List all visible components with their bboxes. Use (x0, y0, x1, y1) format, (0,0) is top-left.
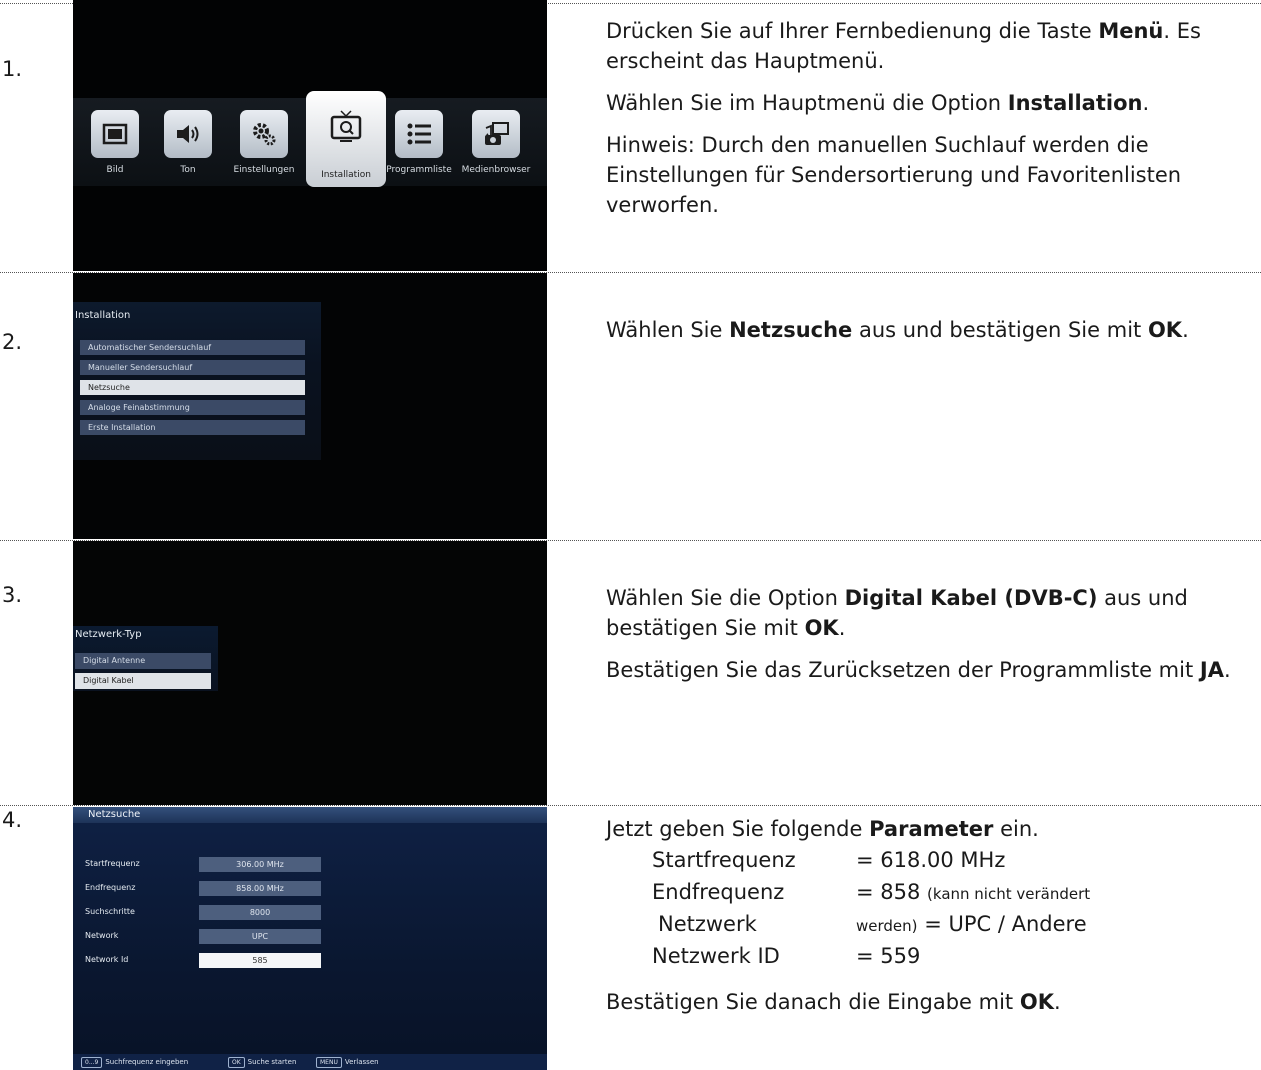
menu-label-selected: Installation (321, 170, 371, 180)
panel-title: Installation (75, 310, 131, 321)
menu-item-programmliste[interactable] (395, 110, 443, 158)
menu-option[interactable]: Analoge Feinabstimmung (80, 400, 305, 415)
field-label: Network (85, 931, 119, 940)
field-label: Network Id (85, 955, 129, 964)
step2-description: Wählen Sie Netzsuche aus und bestätigen … (606, 315, 1261, 357)
menu-option-selected[interactable]: Netzsuche (80, 380, 305, 395)
picture-icon (102, 123, 128, 145)
param-label: Startfrequenz (652, 848, 796, 872)
step-number: 4. (2, 808, 23, 832)
installation-panel: Installation Automatischer Sendersuchlau… (73, 302, 321, 460)
instruction-text: Bestätigen Sie das Zurücksetzen der Prog… (606, 658, 1231, 682)
network-id-field[interactable]: 585 (199, 953, 321, 968)
footer-hint: 0...9 Suchfrequenz eingeben (81, 1054, 188, 1070)
footer-label: Suche starten (247, 1058, 297, 1066)
remote-key: MENU (316, 1056, 342, 1068)
menu-label: Bild (106, 165, 124, 175)
param-value: = 618.00 MHz (856, 848, 1006, 872)
menu-item-einstellungen[interactable] (240, 110, 288, 158)
step4-outro: Bestätigen Sie danach die Eingabe mit OK… (606, 987, 1261, 1029)
hint-text: Hinweis: Durch den manuellen Suchlauf we… (606, 133, 1182, 217)
param-value: werden) = UPC / Andere (856, 912, 1087, 936)
step-number: 2. (2, 330, 23, 354)
instruction-text: Bestätigen Sie danach die Eingabe mit OK… (606, 990, 1061, 1014)
menu-item-bild[interactable] (91, 110, 139, 158)
menu-option[interactable]: Manueller Sendersuchlauf (80, 360, 305, 375)
param-value: = 559 (856, 944, 921, 968)
param-note: werden) (856, 917, 918, 935)
menu-option-selected[interactable]: Digital Kabel (75, 673, 211, 689)
remote-key: OK (228, 1056, 245, 1068)
param-label: Netzwerk ID (652, 944, 780, 968)
panel-title: Netzwerk-Typ (75, 629, 142, 640)
gears-icon (253, 123, 276, 146)
field-label: Suchschritte (85, 907, 135, 916)
param-label: Endfrequenz (652, 880, 785, 904)
param-label: Netzwerk (658, 912, 757, 936)
field-label: Startfrequenz (85, 859, 140, 868)
tv-screenshot-network-search: Netzsuche Startfrequenz 306.00 MHz Endfr… (73, 807, 547, 1070)
step-number: 1. (2, 57, 23, 81)
menu-label: Medienbrowser (461, 165, 531, 175)
list-icon (407, 123, 431, 145)
menu-label: Programmliste (386, 165, 452, 175)
instruction-text: Jetzt geben Sie folgende Parameter ein. (606, 817, 1039, 841)
instruction-text: Wählen Sie im Hauptmenü die Option Insta… (606, 91, 1150, 115)
instruction-text: Drücken Sie auf Ihrer Fernbedienung die … (606, 19, 1201, 73)
menu-label: Ton (180, 165, 196, 175)
step1-description: Drücken Sie auf Ihrer Fernbedienung die … (606, 16, 1261, 232)
separator (0, 805, 1261, 806)
remote-key: 0...9 (81, 1056, 103, 1068)
tv-screenshot-network-type: Netzwerk-Typ Digital Antenne Digital Kab… (73, 541, 547, 805)
step3-description: Wählen Sie die Option Digital Kabel (DVB… (606, 583, 1261, 697)
step-number: 3. (2, 583, 23, 607)
menu-option[interactable]: Erste Installation (80, 420, 305, 435)
instruction-text: Wählen Sie Netzsuche aus und bestätigen … (606, 318, 1189, 342)
field-label: Endfrequenz (85, 883, 136, 892)
tv-search-icon (330, 110, 362, 142)
menu-option[interactable]: Digital Antenne (75, 653, 211, 669)
param-value: = 858 (kann nicht verändert (856, 880, 1091, 904)
menu-option[interactable]: Automatischer Sendersuchlauf (80, 340, 305, 355)
network-type-panel: Netzwerk-Typ Digital Antenne Digital Kab… (73, 626, 218, 691)
speaker-icon (177, 125, 199, 143)
endfrequenz-field[interactable]: 858.00 MHz (199, 881, 321, 896)
media-browser-icon (485, 122, 509, 145)
footer-hint: OK Suche starten (228, 1054, 296, 1070)
network-field[interactable]: UPC (199, 929, 321, 944)
instruction-text: Wählen Sie die Option Digital Kabel (DVB… (606, 586, 1188, 640)
menu-item-medienbrowser[interactable] (472, 110, 520, 158)
footer-hint: MENU Verlassen (316, 1054, 379, 1070)
panel-title-bar: Netzsuche (73, 807, 547, 823)
suchschritte-field[interactable]: 8000 (199, 905, 321, 920)
footer-label: Suchfrequenz eingeben (105, 1058, 189, 1066)
param-note: (kann nicht verändert (927, 885, 1091, 903)
startfrequenz-field[interactable]: 306.00 MHz (199, 857, 321, 872)
tv-screenshot-installation-menu: Installation Automatischer Sendersuchlau… (73, 273, 547, 539)
footer-bar: 0...9 Suchfrequenz eingeben OK Suche start… (73, 1054, 547, 1070)
panel-title: Netzsuche (88, 809, 141, 820)
tv-screenshot-main-menu: Bild Ton Einstellungen Installation Prog… (73, 0, 547, 271)
footer-label: Verlassen (344, 1058, 379, 1066)
menu-label: Einstellungen (233, 165, 295, 175)
menu-item-ton[interactable] (164, 110, 212, 158)
